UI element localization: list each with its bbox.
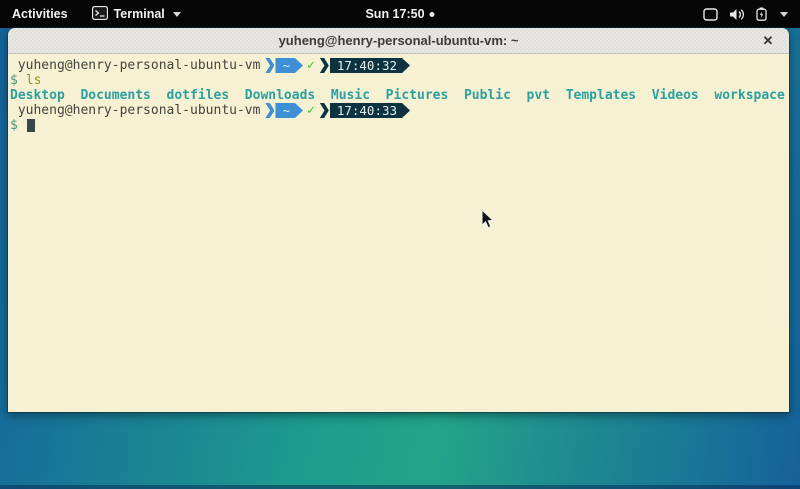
volume-icon [729, 8, 745, 21]
terminal-content[interactable]: yuheng@henry-personal-ubuntu-vm ~ ✓ 17:4… [8, 54, 789, 412]
powerline-chevron-icon [320, 58, 329, 73]
powerline-chevron-icon [320, 103, 329, 118]
time-segment: 17:40:33 [330, 103, 410, 118]
terminal-cursor [27, 119, 35, 132]
cwd-segment: ~ [275, 103, 303, 118]
powerline-chevron-icon [265, 103, 274, 118]
system-menu-button[interactable] [691, 0, 800, 28]
check-icon: ✓ [307, 58, 315, 73]
window-titlebar[interactable]: yuheng@henry-personal-ubuntu-vm: ~ ✕ [8, 28, 789, 54]
clock-button[interactable]: Sun 17:50 [365, 0, 434, 28]
top-bar: Activities Terminal Sun 17:50 [0, 0, 800, 28]
notification-dot-icon [430, 12, 435, 17]
terminal-window: yuheng@henry-personal-ubuntu-vm: ~ ✕ yuh… [8, 28, 789, 412]
battery-charging-icon [756, 7, 767, 21]
command-text: ls [26, 73, 42, 88]
prompt-symbol: $ [10, 73, 18, 88]
ls-output-line: Desktop Documents dotfiles Downloads Mus… [10, 88, 787, 103]
check-icon: ✓ [307, 103, 315, 118]
desktop-bottom-edge [0, 485, 800, 489]
prompt-host: yuheng@henry-personal-ubuntu-vm [10, 103, 260, 118]
clock-label: Sun 17:50 [365, 7, 424, 21]
prompt-line: yuheng@henry-personal-ubuntu-vm ~ ✓ 17:4… [10, 58, 787, 73]
prompt-symbol: $ [10, 118, 18, 133]
powerline-chevron-icon [265, 58, 274, 73]
prompt-line: yuheng@henry-personal-ubuntu-vm ~ ✓ 17:4… [10, 103, 787, 118]
window-title: yuheng@henry-personal-ubuntu-vm: ~ [279, 33, 519, 48]
activities-label: Activities [12, 7, 68, 21]
terminal-icon [92, 6, 108, 23]
directory-list: Desktop Documents dotfiles Downloads Mus… [10, 88, 785, 103]
app-menu-label: Terminal [114, 7, 165, 21]
chevron-down-icon [780, 12, 788, 17]
activities-button[interactable]: Activities [0, 0, 80, 28]
close-icon[interactable]: ✕ [756, 28, 780, 54]
app-menu-button[interactable]: Terminal [80, 0, 193, 28]
mouse-pointer-icon [481, 209, 495, 235]
display-icon [703, 8, 718, 21]
time-segment: 17:40:32 [330, 58, 410, 73]
cwd-segment: ~ [275, 58, 303, 73]
prompt-host: yuheng@henry-personal-ubuntu-vm [10, 58, 260, 73]
input-line[interactable]: $ [10, 118, 787, 133]
chevron-down-icon [173, 12, 181, 17]
command-line: $ ls [10, 73, 787, 88]
